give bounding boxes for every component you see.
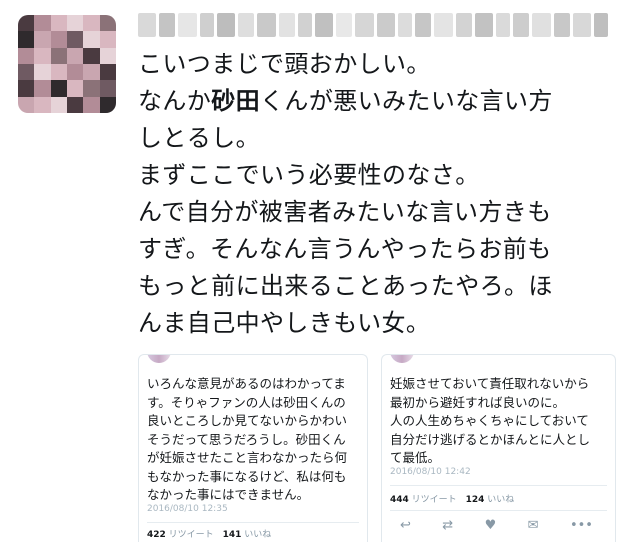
quoted-tweet-left[interactable]: いろんな意見があるのはわかってま す。そりゃファンの人は砂田くんの 良いところし…: [138, 354, 368, 542]
avatar-pixel: [99, 47, 116, 64]
like-count: 141: [222, 530, 242, 540]
avatar-pixel: [50, 47, 67, 64]
avatar-pixel: [50, 15, 67, 32]
blur-block: [377, 13, 395, 37]
avatar-pixel: [83, 47, 100, 64]
blur-block: [177, 13, 198, 37]
avatar-pixel: [67, 64, 84, 81]
avatar-pixel: [34, 80, 51, 97]
avatar-pixel: [83, 96, 100, 113]
like-label: いいね: [487, 495, 515, 505]
blur-block: [138, 13, 156, 37]
avatar[interactable]: [18, 15, 116, 113]
quoted-avatar: [147, 355, 171, 363]
avatar-pixel: [67, 31, 84, 48]
avatar-pixel: [18, 15, 35, 32]
avatar-pixel: [67, 47, 84, 64]
tweet-line: なんか砂田くんが悪いみたいな言い方: [138, 87, 553, 115]
avatar-pixel: [34, 47, 51, 64]
blur-block: [200, 13, 215, 37]
tweet-line: んま自己中やしきもい女。: [138, 309, 431, 337]
divider: [147, 522, 359, 523]
quoted-tweet-text: いろんな意見があるのはわかってま す。そりゃファンの人は砂田くんの 良いところし…: [147, 376, 348, 502]
avatar-pixel: [18, 96, 35, 113]
retweet-label: リツイート: [168, 530, 214, 540]
quoted-date: 2016/08/10 12:42: [390, 467, 471, 477]
tweet-line: もっと前に出来ることあったやろ。ほ: [138, 272, 553, 300]
quoted-date: 2016/08/10 12:35: [147, 504, 228, 514]
blur-block: [475, 13, 493, 37]
blur-block: [554, 13, 571, 37]
avatar-pixel: [34, 64, 51, 81]
tweet-line: こいつまじで頭おかしい。: [138, 50, 431, 78]
quoted-tweet-text: 妊娠させておいて責任取れないから 最初から避妊すれば良いのに。 人の人生めちゃく…: [390, 376, 591, 465]
blur-block: [397, 13, 412, 37]
avatar-pixel: [99, 80, 116, 97]
tweet-actions: ↩ ⇄ ♥ ✉ •••: [390, 519, 607, 533]
mention-bold: 砂田: [211, 87, 261, 115]
reply-icon[interactable]: ↩: [400, 519, 411, 533]
retweet-count: 422: [147, 530, 166, 540]
avatar-pixel: [18, 47, 35, 64]
avatar-pixel: [83, 80, 100, 97]
tweet-line: しとるし。: [138, 124, 260, 152]
like-icon[interactable]: ♥: [485, 519, 497, 533]
avatar-pixel: [18, 80, 35, 97]
blur-block: [335, 13, 352, 37]
blur-block: [256, 13, 277, 37]
avatar-pixel: [83, 64, 100, 81]
retweet-label: リツイート: [411, 495, 457, 505]
divider: [390, 485, 607, 486]
blur-block: [315, 13, 333, 37]
avatar-pixel: [34, 31, 51, 48]
avatar-pixel: [50, 80, 67, 97]
blur-block: [158, 13, 175, 37]
blur-block: [593, 13, 609, 37]
avatar-pixel: [67, 80, 84, 97]
quoted-stats: 422 リツイート 141 いいね: [147, 527, 271, 540]
avatar-pixel: [99, 15, 116, 32]
blur-block: [217, 13, 235, 37]
avatar-pixel: [83, 31, 100, 48]
blur-block: [279, 13, 296, 37]
avatar-pixel: [83, 15, 100, 32]
blur-block: [495, 13, 511, 37]
blur-block: [298, 13, 313, 37]
avatar-pixel: [50, 64, 67, 81]
more-icon[interactable]: •••: [570, 519, 593, 533]
blur-block: [513, 13, 529, 37]
like-label: いいね: [244, 530, 272, 540]
tweet-line: んで自分が被害者みたいな言い方きも: [138, 198, 552, 226]
blur-block: [531, 13, 552, 37]
avatar-pixel: [67, 15, 84, 32]
like-count: 124: [465, 495, 485, 505]
author-name-blurred[interactable]: [138, 10, 609, 40]
retweet-icon[interactable]: ⇄: [442, 519, 453, 533]
blur-block: [456, 13, 473, 37]
blur-block: [415, 13, 431, 37]
tweet-text: こいつまじで頭おかしい。 なんか砂田くんが悪いみたいな言い方 しとるし。 まずこ…: [138, 46, 628, 342]
avatar-pixel: [18, 64, 35, 81]
avatar-pixel: [99, 31, 116, 48]
quoted-avatar: [390, 355, 414, 363]
quoted-tweet-right[interactable]: 妊娠させておいて責任取れないから 最初から避妊すれば良いのに。 人の人生めちゃく…: [381, 354, 616, 542]
tweet-line: まずここでいう必要性のなさ。: [138, 161, 480, 189]
blur-block: [354, 13, 375, 37]
message-icon[interactable]: ✉: [528, 519, 539, 533]
blur-block: [237, 13, 254, 37]
blur-block: [433, 13, 454, 37]
avatar-pixel: [18, 31, 35, 48]
avatar-pixel: [50, 31, 67, 48]
avatar-pixel: [99, 96, 116, 113]
tweet-line: すぎ。そんなん言うんやったらお前も: [138, 235, 552, 263]
retweet-count: 444: [390, 495, 409, 505]
avatar-pixel: [34, 96, 51, 113]
blur-block: [573, 13, 591, 37]
quoted-stats: 444 リツイート 124 いいね: [390, 492, 514, 505]
avatar-pixel: [50, 96, 67, 113]
avatar-pixel: [99, 64, 116, 81]
divider: [390, 510, 607, 511]
avatar-pixel: [67, 96, 84, 113]
avatar-pixel: [34, 15, 51, 32]
